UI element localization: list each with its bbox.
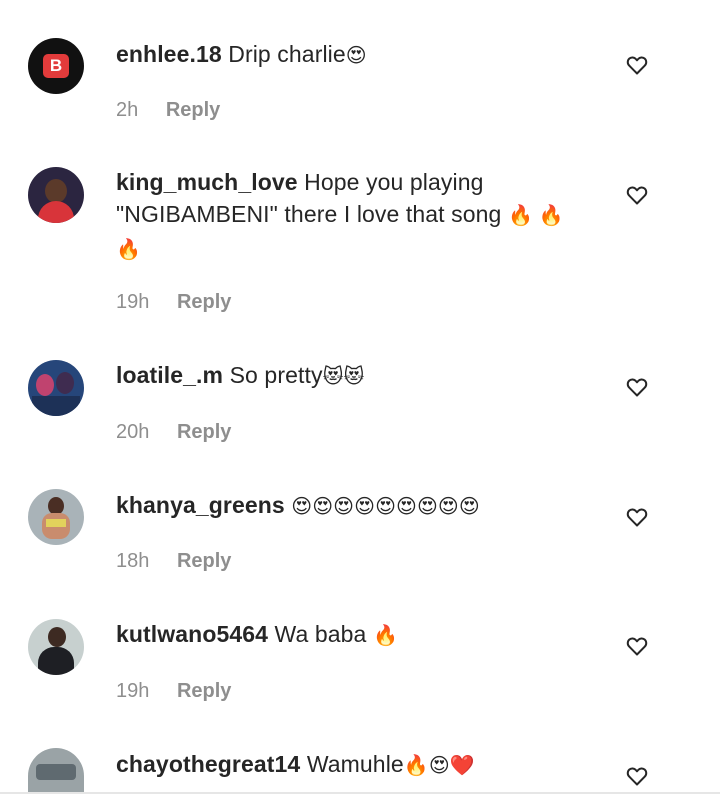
emoji: 😍 <box>345 45 367 67</box>
like-heart-icon[interactable] <box>625 375 649 399</box>
comment-text: loatile_.m So pretty😻😻 <box>116 359 586 393</box>
b-badge-icon: B <box>43 54 69 78</box>
comment-text: enhlee.18 Drip charlie😍 <box>116 38 586 72</box>
emoji: 😻😻 <box>322 366 365 388</box>
timestamp: 19h <box>116 291 150 313</box>
user-photo <box>28 489 84 545</box>
comment-meta: 20h Reply <box>116 421 231 444</box>
comment-body: Drip charlie <box>228 41 346 67</box>
timestamp: 20h <box>116 421 150 443</box>
username[interactable]: enhlee.18 <box>116 41 222 67</box>
like-heart-icon[interactable] <box>625 505 649 529</box>
emoji: 😍😍😍😍😍😍😍😍😍 <box>291 496 480 518</box>
username[interactable]: chayothegreat14 <box>116 751 300 777</box>
comment-body: Wa baba <box>274 621 367 647</box>
user-photo <box>28 619 84 675</box>
comment-body: So pretty <box>229 362 323 388</box>
user-photo <box>28 360 84 416</box>
comment-meta: 18h Reply <box>116 550 231 573</box>
comment-text: kutlwano5464 Wa baba 🔥 <box>116 618 586 652</box>
reply-button[interactable]: Reply <box>177 550 231 572</box>
user-photo <box>28 167 84 223</box>
avatar[interactable]: B <box>28 38 84 94</box>
like-heart-icon[interactable] <box>625 53 649 77</box>
comment-meta: 19h Reply <box>116 680 231 703</box>
reply-button[interactable]: Reply <box>177 680 231 702</box>
comment-text: king_much_love Hope you playing "NGIBAMB… <box>116 166 586 266</box>
emoji: 🔥😍❤️ <box>403 755 475 777</box>
comment-body: Wamuhle <box>306 751 404 777</box>
avatar[interactable] <box>28 360 84 416</box>
user-photo <box>28 748 84 792</box>
reply-button[interactable]: Reply <box>166 99 220 121</box>
username[interactable]: king_much_love <box>116 169 298 195</box>
avatar[interactable] <box>28 489 84 545</box>
timestamp: 18h <box>116 550 150 572</box>
like-heart-icon[interactable] <box>625 764 649 788</box>
badge-letter: B <box>49 56 63 75</box>
like-heart-icon[interactable] <box>625 183 649 207</box>
avatar[interactable] <box>28 619 84 675</box>
comment-text: chayothegreat14 Wamuhle🔥😍❤️ <box>116 748 586 782</box>
username[interactable]: loatile_.m <box>116 362 223 388</box>
comment-meta: 2h Reply <box>116 99 220 122</box>
emoji: 🔥 <box>372 625 398 647</box>
like-heart-icon[interactable] <box>625 634 649 658</box>
comment-meta: 19h Reply <box>116 291 231 314</box>
timestamp: 2h <box>116 99 139 121</box>
reply-button[interactable]: Reply <box>177 291 231 313</box>
username[interactable]: kutlwano5464 <box>116 621 268 647</box>
username[interactable]: khanya_greens <box>116 492 285 518</box>
reply-button[interactable]: Reply <box>177 421 231 443</box>
comment-text: khanya_greens 😍😍😍😍😍😍😍😍😍 <box>116 489 586 523</box>
avatar[interactable] <box>28 748 84 792</box>
timestamp: 19h <box>116 680 150 702</box>
avatar[interactable] <box>28 167 84 223</box>
